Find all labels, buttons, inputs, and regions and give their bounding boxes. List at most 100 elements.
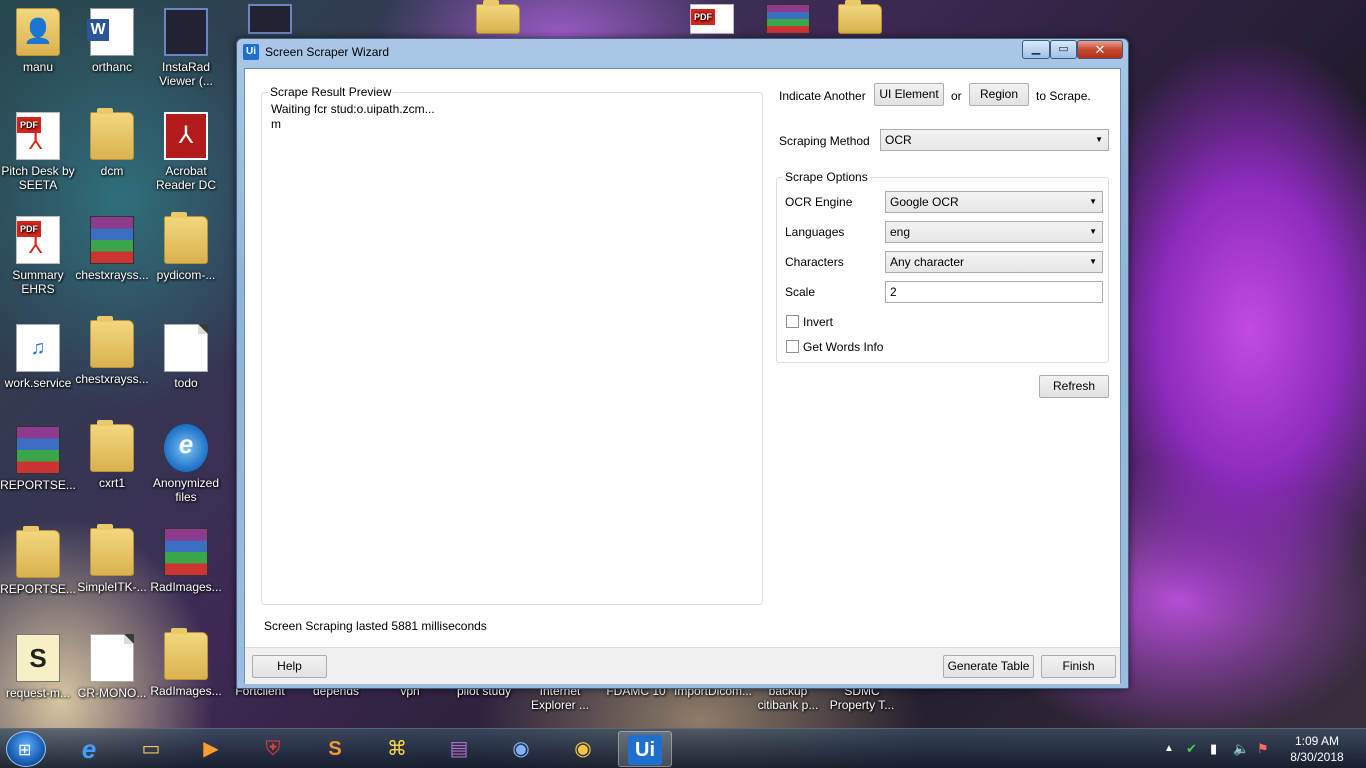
wizard-button-bar: Help Generate Table Finish	[245, 647, 1120, 684]
start-button[interactable]: ⊞	[6, 731, 46, 767]
desktop-icon-dcm[interactable]: dcm	[74, 108, 150, 178]
title-bar[interactable]: Ui Screen Scraper Wizard ▁ ▭ ✕	[237, 39, 1128, 67]
uipath-icon[interactable]: Ui	[618, 731, 672, 767]
generate-table-button[interactable]: Generate Table	[943, 655, 1034, 678]
desktop-icon-todo[interactable]: todo	[148, 324, 224, 390]
finish-button[interactable]: Finish	[1041, 655, 1116, 678]
desktop-icon-anonymized-files[interactable]: e Anonymized files	[148, 424, 224, 504]
security-shield-icon[interactable]: ⛨	[246, 731, 300, 767]
scraping-method-dropdown[interactable]: OCR ▼	[880, 129, 1109, 151]
network-flag-icon[interactable]: ⚑	[1257, 729, 1269, 768]
maximize-button[interactable]: ▭	[1050, 40, 1077, 59]
acrobat-icon: ⅄	[164, 112, 208, 160]
desktop-icon-manu[interactable]: 👤 manu	[0, 8, 76, 74]
scale-label: Scale	[785, 285, 816, 299]
region-button[interactable]: Region	[969, 83, 1029, 106]
desktop-icon-label: REPORTSE...	[0, 582, 76, 596]
invert-checkbox[interactable]	[786, 315, 799, 328]
pdf-icon: PDF ⅄	[16, 216, 60, 264]
desktop-icon-chestxrayss-rar[interactable]: chestxrayss...	[74, 216, 150, 282]
desktop-icon-label: dcm	[100, 164, 124, 178]
desktop-icon-label: InstaRad Viewer (...	[159, 60, 213, 88]
desktop-icon-top-4[interactable]	[750, 4, 826, 38]
desktop-icon-orthanc[interactable]: W orthanc	[74, 8, 150, 74]
desktop-icon-label: cxrt1	[98, 476, 125, 490]
characters-value: Any character	[890, 255, 965, 269]
characters-dropdown[interactable]: Any character ▼	[885, 251, 1103, 273]
scrape-result-preview-label: Scrape Result Preview	[268, 85, 394, 99]
desktop-icon-simpleitk[interactable]: SimpleITK-...	[74, 524, 150, 594]
desktop-icon-label: SimpleITK-...	[77, 580, 147, 594]
desktop-icon-top-3[interactable]: PDF	[674, 4, 750, 38]
ocr-engine-dropdown[interactable]: Google OCR ▼	[885, 191, 1103, 213]
media-player-icon[interactable]: ▶	[184, 731, 238, 767]
shield-check-icon[interactable]: ✔	[1186, 729, 1197, 768]
desktop-icon-label: manu	[22, 60, 54, 74]
minimize-button[interactable]: ▁	[1022, 40, 1050, 59]
scraping-method-label: Scraping Method	[779, 134, 870, 148]
refresh-button[interactable]: Refresh	[1039, 375, 1109, 398]
ocr-engine-label: OCR Engine	[785, 195, 853, 209]
desktop-icon-work-service[interactable]: ♫ work.service	[0, 324, 76, 390]
desktop-icon-radimages-rar[interactable]: RadImages...	[148, 528, 224, 594]
scale-input[interactable]: 2	[885, 281, 1103, 303]
chromium-icon[interactable]: ◉	[494, 731, 548, 767]
chrome-icon[interactable]: ◉	[556, 731, 610, 767]
desktop-icon-pitch-desk[interactable]: PDF ⅄ Pitch Desk by SEETA	[0, 112, 76, 192]
screen-scraper-wizard-window: Ui Screen Scraper Wizard ▁ ▭ ✕ Scrape Re…	[236, 38, 1129, 689]
scrape-result-preview-text[interactable]: Waiting fcr stud:o.uipath.zcm... m	[271, 102, 435, 132]
ui-element-button[interactable]: UI Element	[874, 83, 944, 106]
languages-dropdown[interactable]: eng ▼	[885, 221, 1103, 243]
desktop-icon-chestxrayss-folder[interactable]: chestxrayss...	[74, 316, 150, 386]
desktop-icon-request-m[interactable]: S request-m...	[0, 634, 76, 700]
desktop-icon-radimages-folder[interactable]: RadImages...	[148, 628, 224, 698]
get-words-info-checkbox[interactable]	[786, 340, 799, 353]
desktop-icon-reportse-rar[interactable]: REPORTSE...	[0, 426, 76, 492]
python-icon[interactable]: ⌘	[370, 731, 424, 767]
file-explorer-icon[interactable]: ▭	[124, 731, 178, 767]
media-file-icon: ♫	[16, 324, 60, 372]
desktop-icon-cxrt1[interactable]: cxrt1	[74, 420, 150, 490]
sublime-text-icon[interactable]: S	[308, 731, 362, 767]
desktop-icon-cr-mono[interactable]: CR-MONO...	[74, 634, 150, 700]
desktop-icon-instarad[interactable]: InstaRad Viewer (...	[148, 8, 224, 88]
desktop-icon-summary-ehrs[interactable]: PDF ⅄ Summary EHRS	[0, 216, 76, 296]
desktop-icon-top-5[interactable]	[822, 0, 898, 38]
internet-explorer-icon[interactable]: e	[62, 731, 116, 767]
or-label: or	[951, 89, 962, 103]
chevron-down-icon: ▼	[1095, 135, 1103, 144]
winrar-icon	[90, 216, 134, 264]
folder-icon	[90, 316, 134, 368]
wizard-client-area: Scrape Result Preview Waiting fcr stud:o…	[244, 68, 1121, 684]
winrar-icon[interactable]: ▤	[432, 731, 486, 767]
window-title: Screen Scraper Wizard	[265, 45, 390, 59]
scrape-options-group: Scrape Options OCR Engine Google OCR ▼ L…	[776, 170, 1109, 363]
volume-icon[interactable]: 🔈	[1233, 729, 1249, 768]
desktop-icon-top-1[interactable]	[232, 4, 308, 38]
languages-value: eng	[890, 225, 911, 239]
desktop-icon-label: orthanc	[91, 60, 133, 74]
desktop-icon-label: RadImages...	[150, 684, 222, 698]
show-hidden-icons-chevron-up-icon[interactable]: ▲	[1164, 729, 1174, 768]
scraping-duration-status: Screen Scraping lasted 5881 milliseconds	[264, 619, 487, 633]
battery-icon[interactable]: ▮	[1210, 729, 1217, 768]
scrape-result-preview-group: Scrape Result Preview Waiting fcr stud:o…	[261, 85, 763, 605]
scraping-method-value: OCR	[885, 133, 912, 147]
desktop-icon-reportse-folder[interactable]: REPORTSE...	[0, 526, 76, 596]
desktop-icon-top-2[interactable]	[460, 0, 536, 38]
desktop-icon-acrobat[interactable]: ⅄ Acrobat Reader DC	[148, 112, 224, 192]
invert-label: Invert	[803, 315, 834, 329]
desktop-icon-pydicom[interactable]: pydicom-...	[148, 212, 224, 282]
folder-icon	[476, 0, 520, 34]
windows-logo-icon: ⊞	[18, 742, 32, 759]
app-shortcut-icon	[164, 8, 208, 56]
help-button[interactable]: Help	[252, 655, 327, 678]
chevron-down-icon: ▼	[1089, 257, 1097, 266]
desktop-icon-label: Summary EHRS	[12, 268, 64, 296]
desktop-icon-label: Pitch Desk by SEETA	[1, 164, 75, 192]
folder-icon	[90, 108, 134, 160]
system-clock[interactable]: 1:09 AM 8/30/2018	[1282, 733, 1352, 765]
uipath-taskbar-label: Ui	[628, 735, 662, 765]
folder-icon	[164, 212, 208, 264]
close-button[interactable]: ✕	[1077, 40, 1123, 59]
